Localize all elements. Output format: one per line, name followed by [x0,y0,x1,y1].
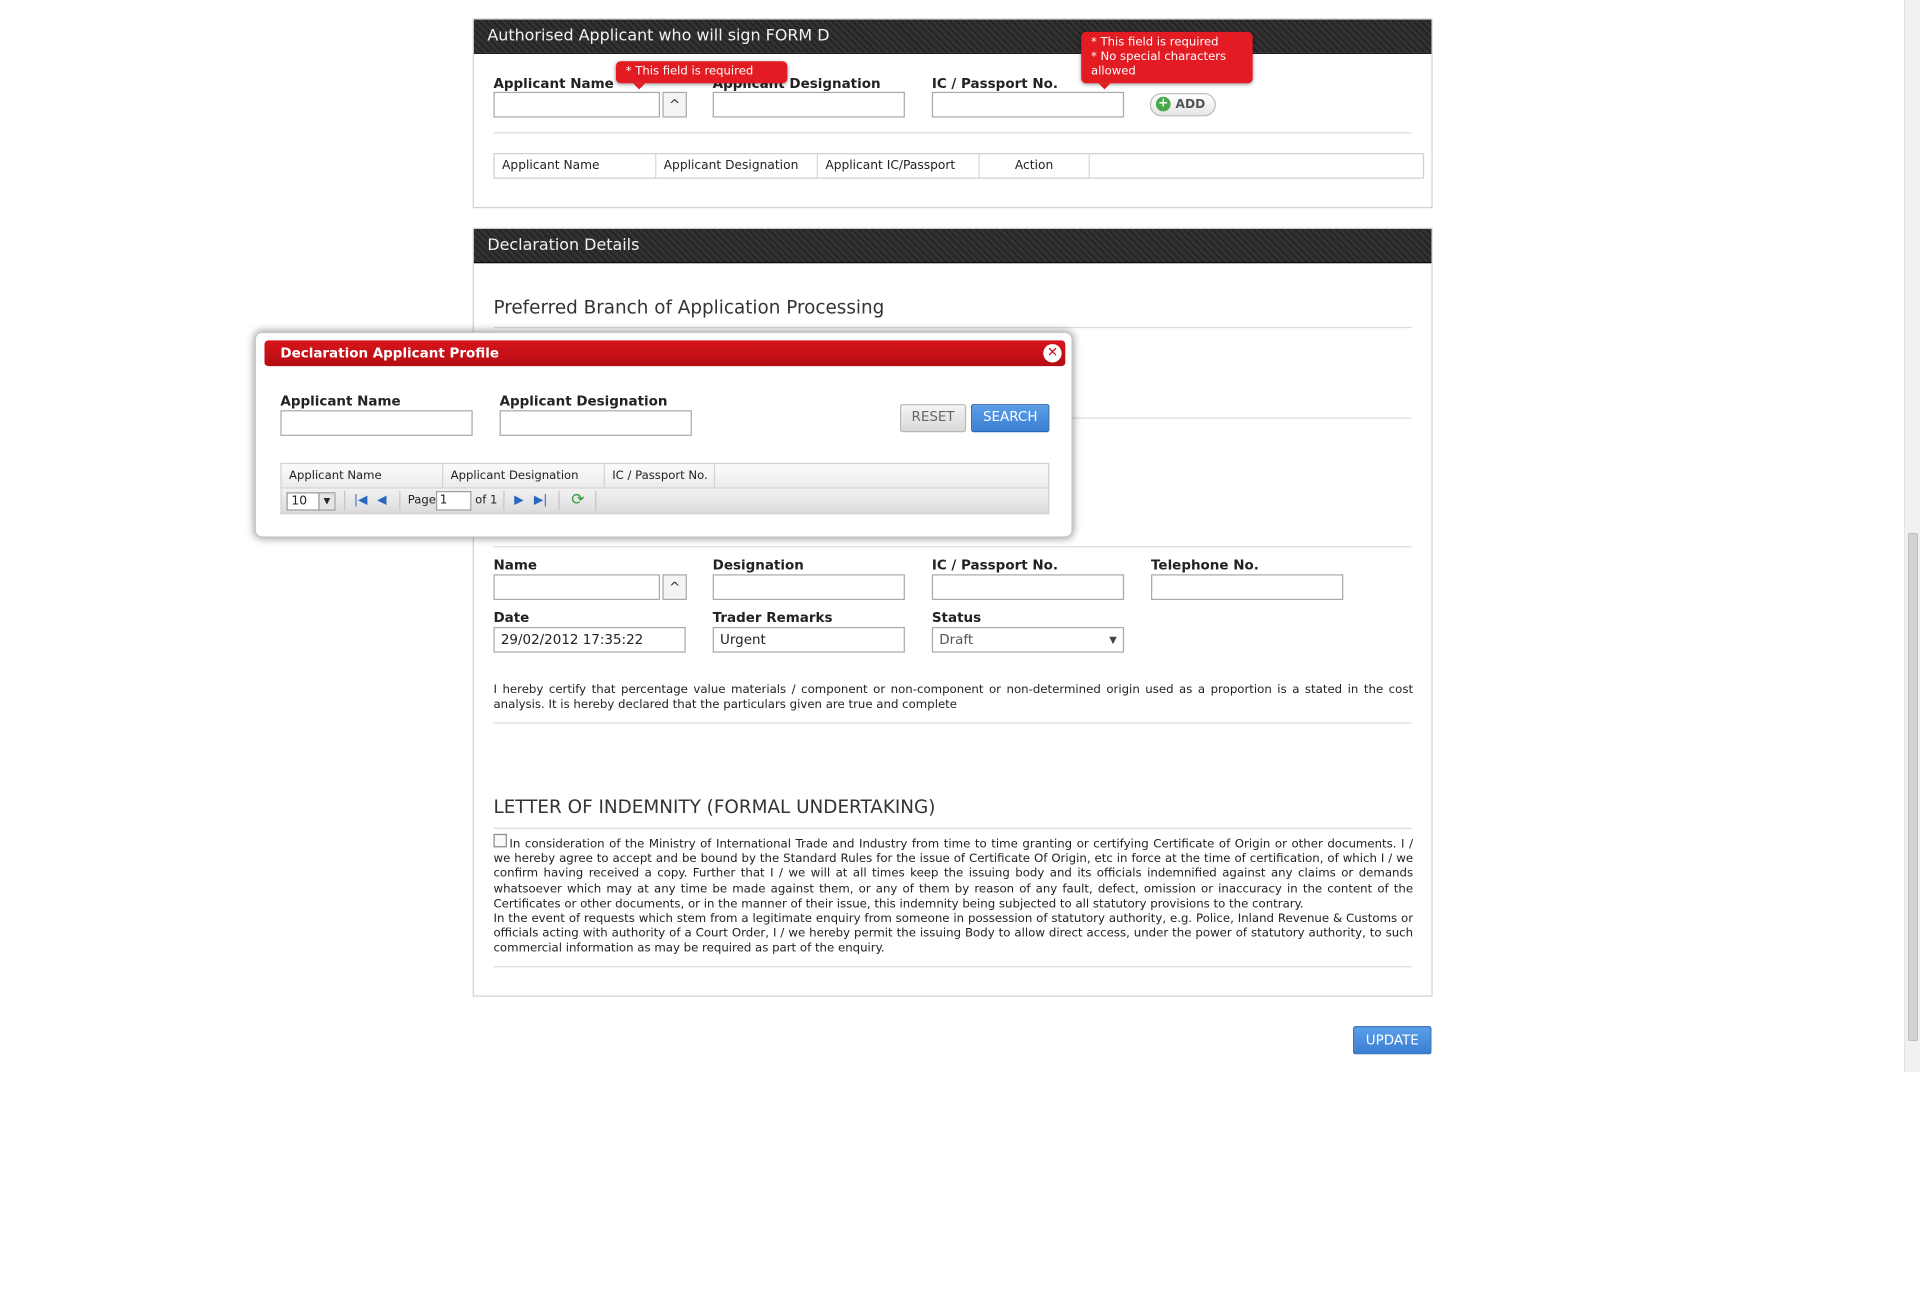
date-label: Date [493,609,530,626]
dialog-title: Declaration Applicant Profile [280,345,499,362]
add-button-label: ADD [1175,97,1206,112]
results-grid-header: Applicant Name Applicant Designation IC … [280,462,1050,489]
col-applicant-name: Applicant Name [282,464,444,488]
name-label: Name [493,557,538,574]
divider [493,132,1412,134]
page-size-select[interactable]: 10 ▼ [286,492,336,511]
name-input[interactable] [493,574,661,601]
designation-input[interactable] [712,574,905,601]
ic-passport-input[interactable] [931,574,1125,601]
pager-separator [399,491,401,511]
error-text-line-1: * This field is required [1091,35,1219,49]
vertical-scrollbar[interactable] [1904,0,1920,1072]
add-applicant-button[interactable]: + ADD [1149,93,1217,117]
indemnity-paragraph-1: In consideration of the Ministry of Inte… [493,837,1414,911]
col-action: Action [980,154,1090,178]
search-button[interactable]: SEARCH [971,404,1050,433]
next-page-icon[interactable]: ▶ [514,492,523,509]
authorised-applicant-panel: Authorised Applicant who will sign FORM … [472,18,1433,209]
page: Authorised Applicant who will sign FORM … [0,0,1920,1313]
indemnity-text: In consideration of the Ministry of Inte… [493,838,1413,958]
divider [493,966,1412,968]
applicant-pick-button[interactable]: ^ [662,91,687,118]
indemnity-title: LETTER OF INDEMNITY (FORMAL UNDERTAKING) [493,795,936,818]
authorised-applicants-table-header: Applicant Name Applicant Designation App… [493,153,1425,179]
prev-page-icon[interactable]: ◀ [377,492,386,509]
applicant-designation-label: Applicant Designation [499,393,668,409]
reset-button[interactable]: RESET [900,404,967,433]
pager-separator [595,491,597,511]
applicant-profile-dialog: Declaration Applicant Profile ✕ Applican… [254,331,1073,538]
status-value: Draft [939,631,974,648]
divider [493,546,1412,548]
grid-pager: 10 ▼ |◀ ◀ Page 1 of 1 ▶ ▶| ⟳ [280,488,1050,515]
page-label: Page [407,493,436,507]
trader-remarks-label: Trader Remarks [712,609,833,626]
page-count-label: of 1 [475,493,498,507]
ic-passport-error-tooltip: * This field is required * No special ch… [1081,31,1253,90]
applicant-designation-search-input[interactable] [499,410,692,436]
pager-separator [558,491,560,511]
update-button[interactable]: UPDATE [1353,1026,1432,1055]
error-text-line-3: allowed [1091,64,1136,79]
telephone-input[interactable] [1151,574,1344,601]
col-applicant-ic-passport: Applicant IC/Passport [818,154,980,178]
status-select[interactable]: Draft ▼ [931,626,1125,653]
designation-label: Designation [712,557,804,574]
telephone-label: Telephone No. [1151,557,1259,574]
applicant-name-label: Applicant Name [493,75,614,92]
ic-passport-label: IC / Passport No. [931,75,1058,92]
divider [493,722,1412,724]
refresh-icon[interactable]: ⟳ [568,491,588,511]
indemnity-paragraph-2: In the event of requests which stem from… [493,912,1414,956]
col-ic-passport: IC / Passport No. [605,464,716,488]
col-applicant-designation: Applicant Designation [656,154,818,178]
dropdown-arrow-icon: ▼ [318,493,335,510]
divider [493,326,1412,329]
error-text: * This field is required [625,64,754,79]
trader-remarks-input[interactable]: Urgent [712,626,905,653]
name-pick-button[interactable]: ^ [662,574,687,601]
last-page-icon[interactable]: ▶| [534,492,548,509]
col-applicant-designation: Applicant Designation [443,464,605,488]
divider [493,827,1412,829]
dropdown-arrow-icon: ▼ [1109,634,1117,646]
applicant-name-input[interactable] [493,91,661,118]
status-label: Status [931,609,982,626]
ic-passport-input[interactable] [931,91,1125,118]
error-text-line-2: * No special characters [1091,50,1227,64]
col-empty [1090,154,1423,177]
panel-title: Declaration Details [473,228,1432,264]
preferred-branch-title: Preferred Branch of Application Processi… [493,296,885,319]
applicant-name-search-input[interactable] [280,410,473,436]
certification-text: I hereby certify that percentage value m… [493,683,1414,712]
col-applicant-name: Applicant Name [495,154,657,178]
add-icon: + [1155,96,1171,112]
scrollbar-thumb[interactable] [1908,533,1918,1041]
page-size-value: 10 [291,494,308,509]
close-icon[interactable]: ✕ [1043,344,1062,363]
date-input[interactable]: 29/02/2012 17:35:22 [493,626,686,653]
pager-separator [503,491,505,511]
dialog-title-bar: Declaration Applicant Profile ✕ [264,340,1066,367]
ic-passport-label: IC / Passport No. [931,557,1058,574]
first-page-icon[interactable]: |◀ [354,492,368,509]
applicant-name-label: Applicant Name [280,393,401,409]
applicant-name-error-tooltip: * This field is required [615,61,788,90]
applicant-designation-input[interactable] [712,91,905,118]
pager-separator [344,491,346,511]
panel-title: Authorised Applicant who will sign FORM … [473,19,1432,54]
page-number-input[interactable]: 1 [435,491,472,511]
